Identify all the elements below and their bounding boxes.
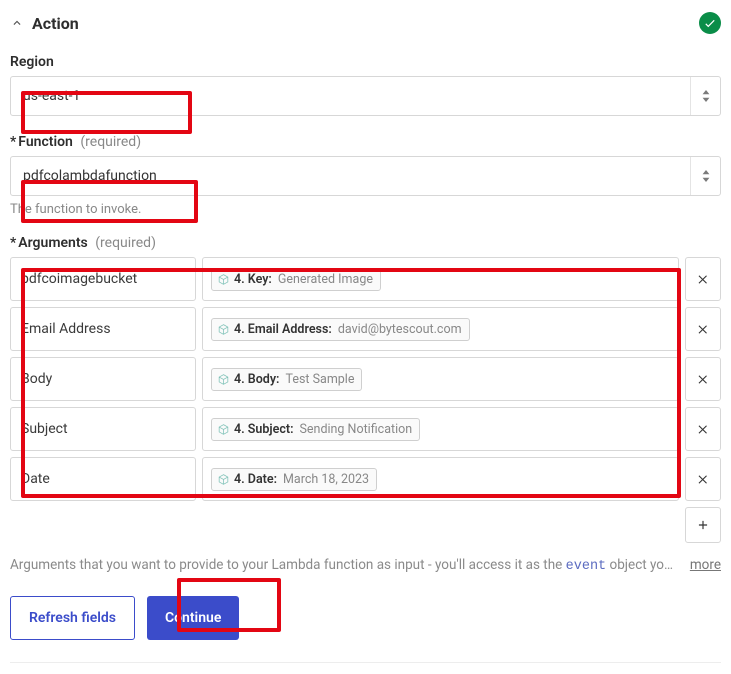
more-link[interactable]: more	[690, 557, 721, 573]
remove-argument-button[interactable]	[685, 457, 721, 501]
argument-value-input[interactable]: 4. Subject: Sending Notification	[202, 407, 679, 451]
cube-icon	[217, 323, 230, 336]
token-label: 4. Subject:	[234, 422, 293, 437]
argument-value-input[interactable]: 4. Key: Generated Image	[202, 257, 679, 301]
argument-value-input[interactable]: 4. Date: March 18, 2023	[202, 457, 679, 501]
data-token[interactable]: 4. Email Address: david@bytescout.com	[211, 318, 470, 341]
sort-icon	[690, 157, 720, 195]
region-value: us-east-1	[11, 77, 690, 115]
refresh-fields-button[interactable]: Refresh fields	[10, 596, 135, 640]
argument-value-input[interactable]: 4. Body: Test Sample	[202, 357, 679, 401]
arguments-label: *Arguments (required)	[10, 235, 721, 251]
continue-button[interactable]: Continue	[147, 596, 239, 640]
token-value: March 18, 2023	[283, 472, 369, 487]
function-label: *Function (required)	[10, 134, 721, 150]
function-hint: The function to invoke.	[10, 202, 721, 217]
argument-key-input[interactable]: Subject	[10, 407, 196, 451]
data-token[interactable]: 4. Key: Generated Image	[211, 268, 381, 291]
token-label: 4. Date:	[234, 472, 277, 487]
status-complete-icon	[699, 12, 721, 34]
argument-row: Email Address 4. Email Address: david@byte…	[10, 307, 721, 351]
section-header: Action	[10, 12, 721, 34]
region-select[interactable]: us-east-1	[10, 76, 721, 116]
remove-argument-button[interactable]	[685, 407, 721, 451]
section-title: Action	[32, 14, 79, 33]
data-token[interactable]: 4. Date: March 18, 2023	[211, 468, 377, 491]
token-value: Sending Notification	[299, 422, 412, 437]
arguments-help: Arguments that you want to provide to yo…	[10, 557, 721, 574]
region-label: Region	[10, 54, 721, 70]
data-token[interactable]: 4. Subject: Sending Notification	[211, 418, 420, 441]
sort-icon	[690, 77, 720, 115]
argument-row: Body 4. Body: Test Sample	[10, 357, 721, 401]
token-value: Test Sample	[285, 372, 354, 387]
cube-icon	[217, 273, 230, 286]
argument-row: pdfcoimagebucket 4. Key: Generated Image	[10, 257, 721, 301]
region-field: Region us-east-1	[10, 54, 721, 116]
argument-key-input[interactable]: Body	[10, 357, 196, 401]
token-value: Generated Image	[278, 272, 373, 287]
cube-icon	[217, 373, 230, 386]
function-select[interactable]: pdfcolambdafunction	[10, 156, 721, 196]
arguments-table: pdfcoimagebucket 4. Key: Generated Image Em…	[10, 257, 721, 501]
token-label: 4. Email Address:	[234, 322, 332, 337]
cube-icon	[217, 473, 230, 486]
token-label: 4. Key:	[234, 272, 272, 287]
argument-key-input[interactable]: Email Address	[10, 307, 196, 351]
cube-icon	[217, 423, 230, 436]
add-argument-button[interactable]	[685, 507, 721, 543]
argument-row: Date 4. Date: March 18, 2023	[10, 457, 721, 501]
argument-row: Subject 4. Subject: Sending Notification	[10, 407, 721, 451]
remove-argument-button[interactable]	[685, 257, 721, 301]
function-field: *Function (required) pdfcolambdafunction…	[10, 134, 721, 217]
remove-argument-button[interactable]	[685, 357, 721, 401]
token-label: 4. Body:	[234, 372, 279, 387]
collapse-icon[interactable]	[10, 16, 24, 30]
remove-argument-button[interactable]	[685, 307, 721, 351]
argument-value-input[interactable]: 4. Email Address: david@bytescout.com	[202, 307, 679, 351]
argument-key-input[interactable]: Date	[10, 457, 196, 501]
token-value: david@bytescout.com	[338, 322, 462, 337]
argument-key-input[interactable]: pdfcoimagebucket	[10, 257, 196, 301]
data-token[interactable]: 4. Body: Test Sample	[211, 368, 362, 391]
function-value: pdfcolambdafunction	[11, 157, 690, 195]
